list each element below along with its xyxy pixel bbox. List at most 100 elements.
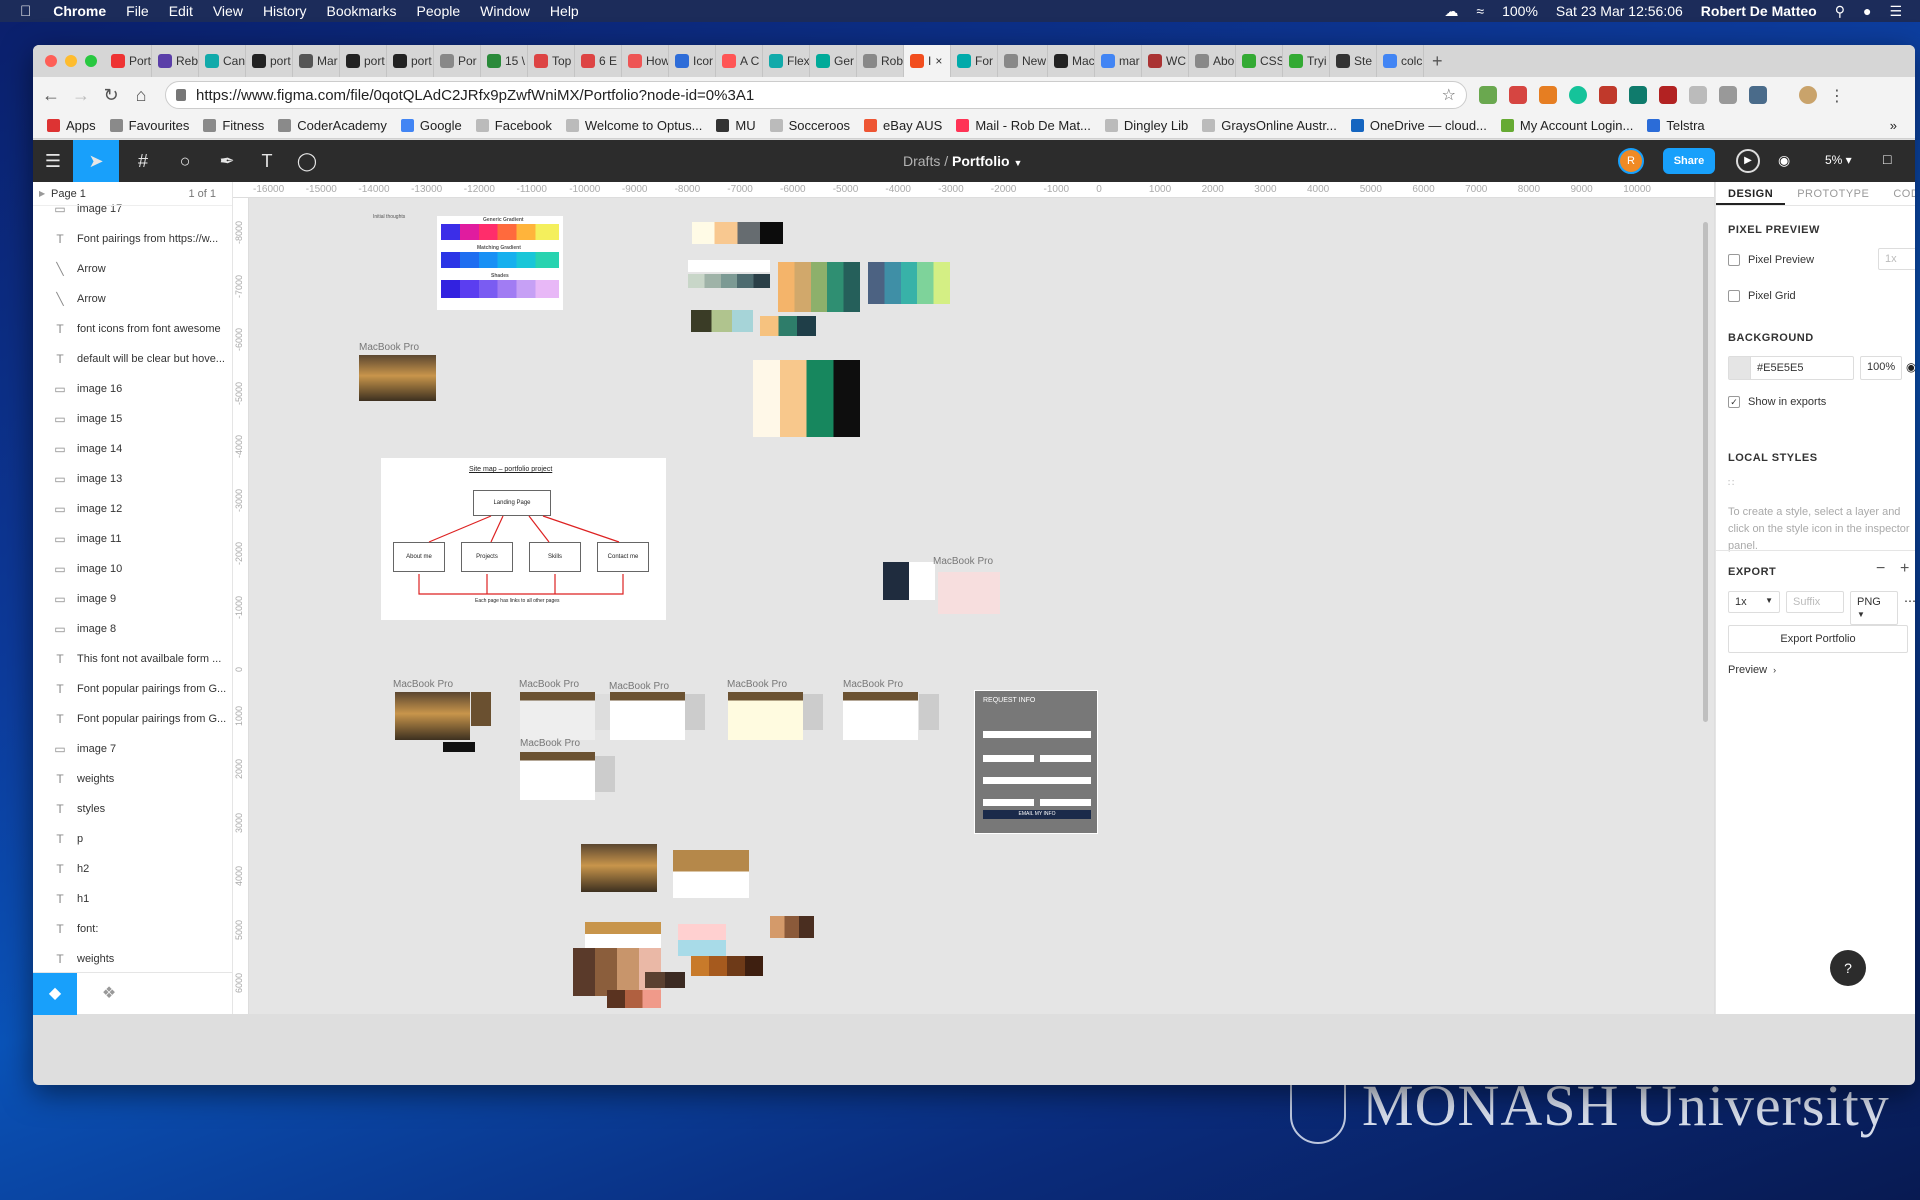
layer-item[interactable]: ▭ image 16 [33,374,232,404]
new-tab-button[interactable]: + [1432,51,1443,72]
present-play-icon[interactable]: ▶ [1736,149,1760,173]
browser-tab[interactable]: CSS [1236,45,1283,77]
layer-item[interactable]: Th2 [33,854,232,884]
menu-edit[interactable]: Edit [169,3,193,19]
cloud-icon[interactable]: ☁ [1444,3,1458,20]
menu-people[interactable]: People [417,3,461,19]
browser-tab[interactable]: Rob [857,45,904,77]
macbook-frame[interactable] [359,355,436,401]
help-button[interactable]: ? [1830,950,1866,986]
browser-tab[interactable]: For [951,45,998,77]
forward-arrow-icon[interactable]: → [69,85,93,106]
color-palette-group[interactable] [760,316,816,336]
spotlight-search-icon[interactable]: ⚲ [1835,3,1845,20]
layer-item[interactable]: T This font not availbale form ... [33,644,232,674]
view-eye-icon[interactable]: ◉ [1778,152,1790,169]
more-bookmarks-icon[interactable]: » [1890,118,1897,133]
request-info-form-frame[interactable]: REQUEST INFO EMAIL MY INFO [974,690,1098,834]
bookmark-item[interactable]: Welcome to Optus... [565,118,702,133]
browser-tab[interactable]: A C [716,45,763,77]
export-preview-toggle[interactable]: Preview › [1728,664,1776,676]
browser-tab[interactable]: Port [105,45,152,77]
brown-palette-group[interactable] [645,972,685,988]
tab-design[interactable]: DESIGN [1716,182,1786,205]
layer-item[interactable]: ▭ image 8 [33,614,232,644]
background-opacity-field[interactable]: 100% [1860,356,1902,380]
bookmark-item[interactable]: OneDrive — cloud... [1350,118,1487,133]
browser-tab[interactable]: Reb [152,45,199,77]
bookmark-item[interactable]: Favourites [109,118,189,133]
browser-tab[interactable]: I × [904,45,951,77]
layer-item[interactable]: ▭ image 14 [33,434,232,464]
layers-tab-icon[interactable]: ◆ [33,973,77,1015]
chevron-down-icon[interactable]: ▼ [1013,158,1022,168]
browser-tab[interactable]: 15 \ [481,45,528,77]
close-window-button[interactable] [45,55,57,67]
bookmark-item[interactable]: Apps [47,118,96,133]
layer-item[interactable]: Th1 [33,884,232,914]
brown-palette-group[interactable] [678,924,726,956]
menu-app-name[interactable]: Chrome [53,3,106,19]
menu-history[interactable]: History [263,3,307,19]
mobile-frame[interactable] [595,756,615,792]
browser-tab[interactable]: Can [199,45,246,77]
visibility-eye-icon[interactable]: ◉ [1906,360,1915,374]
file-name[interactable]: Portfolio [952,153,1010,169]
share-button[interactable]: Share [1663,148,1715,174]
browser-tab[interactable]: port [340,45,387,77]
bookmark-item[interactable]: Facebook [475,118,552,133]
pixel-preview-toggle[interactable]: Pixel Preview [1728,254,1814,266]
drafts-link[interactable]: Drafts [903,153,940,169]
address-bar[interactable]: https://www.figma.com/file/0qotQLAdC2JRf… [165,81,1467,109]
plus-icon[interactable]: + [1900,560,1909,578]
icon-concepts-frame[interactable] [883,562,935,600]
bookmark-item[interactable]: MU [716,118,756,133]
layer-item[interactable]: Tstyles [33,794,232,824]
shape-tool-icon[interactable]: ○ [165,140,205,182]
browser-tab[interactable]: How [622,45,669,77]
bookmark-item[interactable]: Telstra [1647,118,1705,133]
browser-tab[interactable]: port [246,45,293,77]
clock[interactable]: Sat 23 Mar 12:56:06 [1556,3,1683,19]
comment-tool-icon[interactable]: ◯ [287,140,327,182]
menu-bookmarks[interactable]: Bookmarks [327,3,397,19]
bookmark-item[interactable]: Google [400,118,462,133]
profile-icon[interactable] [1799,86,1817,104]
figma-canvas[interactable]: -16000 -15000 -14000 -13000 -12000 -11000 -100… [233,182,1714,1014]
move-tool-icon[interactable]: ➤ [73,140,119,182]
layer-item[interactable]: ▭ image 11 [33,524,232,554]
macbook-frame[interactable] [520,692,595,740]
browser-tab[interactable]: 6 E [575,45,622,77]
assets-tab-icon[interactable]: ❖ [87,973,131,1015]
brown-palette-group[interactable] [691,956,763,976]
extension-icon[interactable] [1509,86,1527,104]
user-name[interactable]: Robert De Matteo [1701,3,1817,19]
layer-item[interactable]: Tfont icons from font awesome [33,314,232,344]
background-color-field[interactable]: #E5E5E5 [1728,356,1854,380]
export-scale-select[interactable]: 1x ▼ [1728,591,1780,613]
bookmark-item[interactable]: Dingley Lib [1104,118,1188,133]
layer-item[interactable]: ╲ Arrow [33,254,232,284]
bookmark-item[interactable]: Fitness [203,118,264,133]
layer-item[interactable]: ▭ image 12 [33,494,232,524]
layer-item[interactable]: T Font popular pairings from G... [33,674,232,704]
text-tool-icon[interactable]: T [247,140,287,182]
browser-tab[interactable]: Abo [1189,45,1236,77]
export-format-select[interactable]: PNG ▼ [1850,591,1898,625]
mobile-frame[interactable] [471,692,491,726]
library-book-icon[interactable]: □ [1883,151,1891,167]
menu-view[interactable]: View [213,3,243,19]
browser-tab[interactable]: Top [528,45,575,77]
color-palette-group[interactable] [753,360,860,437]
extension-icon[interactable] [1539,86,1557,104]
macbook-frame[interactable] [728,692,803,740]
tab-code[interactable]: CODE [1881,182,1915,205]
browser-tab[interactable]: Mac [1048,45,1095,77]
hamburger-menu-icon[interactable]: ☰ [33,140,73,182]
brown-palette-group[interactable] [607,990,661,1008]
export-suffix-input[interactable]: Suffix [1786,591,1844,613]
layer-item[interactable]: Tweights [33,764,232,794]
bookmark-item[interactable]: eBay AUS [864,118,942,133]
extension-icon[interactable] [1689,86,1707,104]
layer-item[interactable]: T Font popular pairings from G... [33,704,232,734]
